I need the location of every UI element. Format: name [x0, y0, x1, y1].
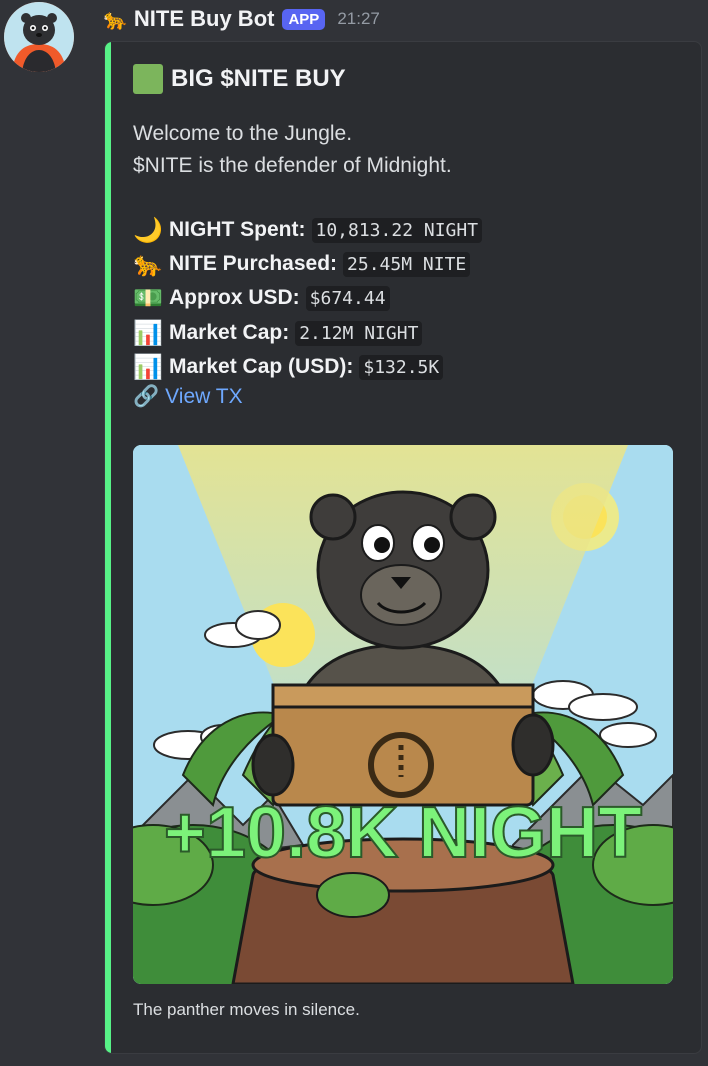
embed-title-text: BIG $NITE BUY [171, 65, 346, 92]
view-tx-link[interactable]: 🔗 View TX [133, 385, 243, 409]
stat-value: $674.44 [305, 285, 390, 311]
image-overlay-text: +10.8K NIGHT [164, 793, 642, 873]
leopard-icon: 🐆 [133, 250, 163, 278]
stat-approx-usd: 💵 Approx USD: $674.44 [133, 281, 390, 315]
stat-value: 2.12M NIGHT [295, 320, 423, 346]
stat-value: $132.5K [359, 354, 444, 380]
stat-label: NITE Purchased: [169, 252, 338, 275]
bar-chart-icon: 📊 [133, 353, 163, 381]
stat-label: Approx USD: [169, 286, 300, 309]
stat-night-spent: 🌙 NIGHT Spent: 10,813.22 NIGHT [133, 213, 483, 247]
app-badge: APP [282, 8, 326, 30]
author-name[interactable]: NITE Buy Bot [134, 6, 275, 32]
bot-avatar[interactable] [4, 2, 74, 72]
embed-footer: The panther moves in silence. [133, 1000, 360, 1019]
description-line: $NITE is the defender of Midnight. [133, 154, 452, 177]
description-line: Welcome to the Jungle. [133, 122, 353, 145]
link-icon: 🔗 [133, 385, 160, 408]
message-embed: BIG $NITE BUY Welcome to the Jungle. $NI… [104, 41, 702, 1054]
stat-nite-purchased: 🐆 NITE Purchased: 25.45M NITE [133, 247, 471, 281]
message-header: 🐆 NITE Buy Bot APP 21:27 [103, 4, 380, 34]
embed-accent-bar [105, 42, 111, 1053]
stat-value: 10,813.22 NIGHT [311, 217, 483, 243]
message-timestamp[interactable]: 21:27 [337, 9, 380, 29]
stat-market-cap: 📊 Market Cap: 2.12M NIGHT [133, 316, 423, 350]
embed-title: BIG $NITE BUY [133, 64, 346, 94]
dollar-bill-icon: 💵 [133, 284, 163, 312]
leopard-emoji-icon: 🐆 [103, 7, 128, 31]
stat-label: Market Cap: [169, 321, 290, 344]
stat-market-cap-usd: 📊 Market Cap (USD): $132.5K [133, 350, 444, 384]
stat-label: NIGHT Spent: [169, 218, 306, 241]
embed-image[interactable]: +10.8K NIGHT [133, 445, 673, 984]
stat-label: Market Cap (USD): [169, 355, 354, 378]
embed-description: Welcome to the Jungle. $NITE is the defe… [133, 118, 693, 182]
stat-value: 25.45M NITE [343, 251, 471, 277]
moon-icon: 🌙 [133, 216, 163, 244]
green-square-icon [133, 64, 163, 94]
view-tx-label[interactable]: View TX [165, 385, 242, 409]
bar-chart-icon: 📊 [133, 319, 163, 347]
